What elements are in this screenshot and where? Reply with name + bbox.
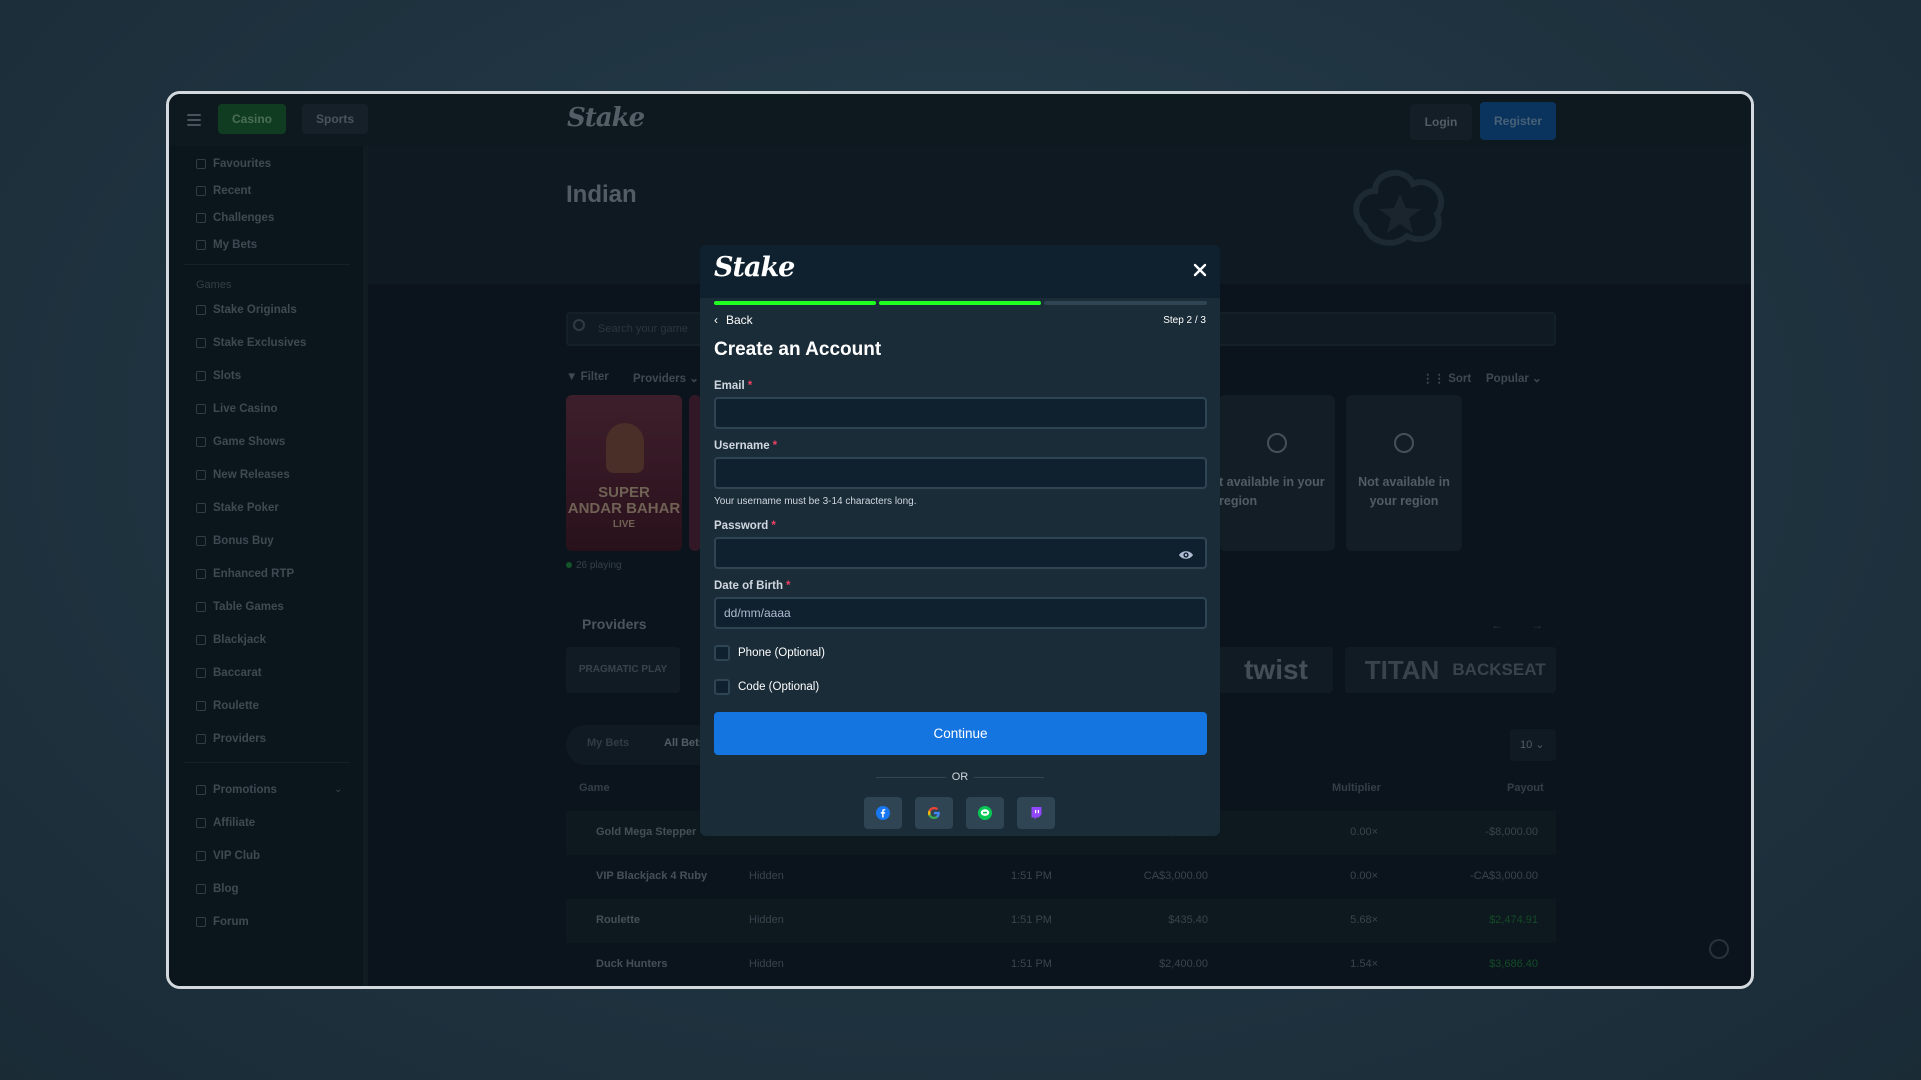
progress-step-1 [714, 301, 876, 305]
stake-logo: Stake [714, 252, 795, 283]
back-button[interactable]: ‹ Back [714, 313, 753, 327]
code-checkbox[interactable] [714, 679, 730, 695]
register-modal: Stake ‹ Back Step 2 / 3 Create an Account… [700, 245, 1220, 836]
twitch-icon [1031, 807, 1042, 820]
progress-step-3 [1044, 301, 1207, 305]
continue-button[interactable]: Continue [714, 712, 1207, 755]
line-login-button[interactable] [966, 797, 1004, 829]
step-indicator: Step 2 / 3 [1163, 315, 1206, 326]
progress-step-2 [879, 301, 1041, 305]
email-field[interactable] [714, 397, 1207, 429]
code-optional-toggle[interactable]: Code (Optional) [714, 679, 819, 695]
divider-right [974, 777, 1044, 778]
password-field[interactable] [714, 537, 1207, 569]
username-label: Username * [714, 440, 778, 452]
facebook-icon [876, 806, 890, 820]
google-icon [928, 806, 940, 819]
password-label: Password * [714, 520, 776, 532]
modal-title: Create an Account [714, 339, 882, 360]
phone-checkbox[interactable] [714, 645, 730, 661]
facebook-login-button[interactable] [864, 797, 902, 829]
dob-label: Date of Birth * [714, 580, 791, 592]
date-of-birth-field[interactable] [714, 597, 1207, 629]
or-separator: OR [951, 771, 969, 783]
eye-icon[interactable] [1178, 548, 1194, 562]
chevron-left-icon: ‹ [714, 313, 718, 327]
modal-header: Stake [700, 245, 1220, 298]
email-label: Email * [714, 380, 753, 392]
google-login-button[interactable] [915, 797, 953, 829]
username-hint: Your username must be 3-14 characters lo… [714, 496, 917, 507]
close-icon[interactable] [1191, 261, 1209, 279]
twitch-login-button[interactable] [1017, 797, 1055, 829]
username-field[interactable] [714, 457, 1207, 489]
phone-optional-toggle[interactable]: Phone (Optional) [714, 645, 825, 661]
line-icon [978, 806, 992, 820]
